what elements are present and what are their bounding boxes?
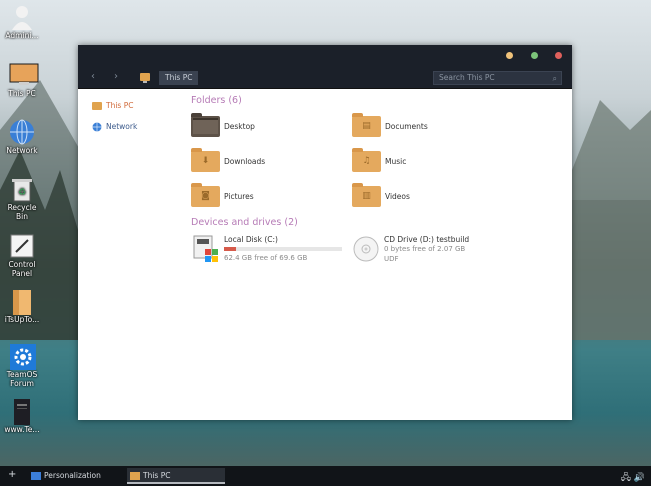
desktop-icon-label: Network: [6, 146, 38, 155]
navigation-bar: ‹ › This PC ⌄ ↻ Search This PC ⌕: [78, 67, 572, 89]
search-icon[interactable]: ⌕: [553, 73, 557, 85]
taskbar: + Personalization This PC 🖧 🔊: [0, 466, 651, 486]
drive-usage-bar: [224, 247, 342, 251]
desktop-icon-itsupto[interactable]: iTsUpTo...: [2, 288, 42, 324]
control-panel-icon: [9, 233, 35, 259]
desktop-folder-icon: [191, 113, 220, 137]
desktop-icon-label: Recycle Bin: [7, 203, 37, 221]
book-icon: [9, 398, 35, 425]
local-disk-icon: [193, 235, 219, 265]
sidebar-item-label: Network: [106, 122, 138, 131]
folder-label: Music: [385, 157, 407, 166]
desktop-icon-administrator[interactable]: Admini...: [2, 4, 42, 40]
taskbar-item-label: This PC: [143, 471, 171, 480]
network-globe-icon: [92, 122, 102, 132]
back-button[interactable]: ‹: [91, 71, 95, 82]
desktop-icon-label: www.Te...: [4, 425, 40, 434]
computer-icon: [130, 472, 140, 480]
address-bar[interactable]: This PC ⌄ ↻: [140, 71, 478, 85]
drive-usage-fill: [224, 247, 236, 251]
desktop-icon-label: TeamOS Forum: [6, 370, 38, 388]
drive-file-system: UDF: [384, 255, 399, 263]
user-icon: [9, 4, 35, 30]
folder-videos[interactable]: ▥ Videos: [352, 183, 502, 208]
title-bar[interactable]: [78, 45, 572, 67]
network-globe-icon: [9, 119, 35, 145]
system-tray: 🖧 🔊: [621, 470, 645, 486]
recycle-bin-icon: ♻: [9, 176, 35, 202]
desktop-icon-label: This PC: [8, 89, 36, 98]
folder-label: Desktop: [224, 122, 255, 131]
computer-icon: [9, 62, 39, 88]
breadcrumb-this-pc[interactable]: This PC: [159, 71, 199, 85]
cd-drive-icon: [353, 236, 379, 264]
folders-header[interactable]: Folders (6): [191, 95, 242, 106]
close-button[interactable]: [555, 52, 562, 59]
desktop-icon-www-te[interactable]: www.Te...: [2, 398, 42, 434]
folder-music[interactable]: ♫ Music: [352, 148, 502, 173]
computer-icon: [140, 73, 150, 83]
folder-label: Documents: [385, 122, 428, 131]
pictures-folder-icon: ◙: [191, 183, 220, 207]
music-folder-icon: ♫: [352, 148, 381, 172]
desktop-icon-this-pc[interactable]: This PC: [2, 62, 42, 98]
desktop-icon-label: iTsUpTo...: [4, 315, 40, 324]
svg-text:♻: ♻: [18, 188, 26, 198]
documents-folder-icon: ▤: [352, 113, 381, 137]
taskbar-item-label: Personalization: [44, 471, 101, 480]
drive-cd-d[interactable]: CD Drive (D:) testbuild 0 bytes free of …: [353, 235, 523, 265]
drive-free-space: 0 bytes free of 2.07 GB: [384, 245, 466, 253]
videos-folder-icon: ▥: [352, 183, 381, 207]
personalization-icon: [31, 472, 41, 480]
sidebar-item-label: This PC: [106, 101, 134, 110]
desktop-icon-network[interactable]: Network: [2, 119, 42, 155]
forward-button[interactable]: ›: [114, 71, 118, 82]
folder-downloads[interactable]: ⬇ Downloads: [191, 148, 341, 173]
taskbar-item-personalization[interactable]: Personalization: [28, 468, 124, 484]
drive-free-space: 62.4 GB free of 69.6 GB: [224, 254, 308, 262]
start-button[interactable]: +: [8, 469, 16, 480]
search-placeholder: Search This PC: [439, 73, 495, 82]
folder-pictures[interactable]: ◙ Pictures: [191, 183, 341, 208]
folder-desktop[interactable]: Desktop: [191, 113, 341, 138]
maximize-button[interactable]: [531, 52, 538, 59]
folder-label: Pictures: [224, 192, 254, 201]
desktop-icon-recycle-bin[interactable]: ♻ Recycle Bin: [2, 176, 42, 221]
desktop-icon-label: Control Panel: [8, 260, 36, 278]
folder-label: Downloads: [224, 157, 266, 166]
volume-icon[interactable]: 🔊: [634, 473, 645, 483]
minimize-button[interactable]: [506, 52, 513, 59]
devices-header[interactable]: Devices and drives (2): [191, 217, 298, 228]
computer-icon: [92, 102, 102, 110]
gear-icon: [9, 343, 36, 370]
desktop-icons: Admini... This PC Network ♻ Recycle Bin …: [0, 0, 44, 466]
explorer-window: ‹ › This PC ⌄ ↻ Search This PC ⌕ This PC…: [78, 45, 572, 420]
taskbar-item-this-pc[interactable]: This PC: [127, 468, 225, 484]
folder-documents[interactable]: ▤ Documents: [352, 113, 502, 138]
desktop-icon-label: Admini...: [5, 31, 39, 40]
desktop-icon-teamos-forum[interactable]: TeamOS Forum: [2, 343, 42, 388]
sidebar: This PC Network: [78, 90, 178, 420]
desktop-icon-control-panel[interactable]: Control Panel: [2, 233, 42, 278]
folder-label: Videos: [385, 192, 410, 201]
folder-icon: [9, 288, 35, 315]
network-tray-icon[interactable]: 🖧: [621, 473, 631, 483]
search-input[interactable]: Search This PC ⌕: [433, 71, 562, 85]
drive-name: CD Drive (D:) testbuild: [384, 235, 470, 244]
drive-local-disk-c[interactable]: Local Disk (C:) 62.4 GB free of 69.6 GB: [193, 235, 363, 265]
drive-name: Local Disk (C:): [224, 235, 278, 244]
downloads-folder-icon: ⬇: [191, 148, 220, 172]
